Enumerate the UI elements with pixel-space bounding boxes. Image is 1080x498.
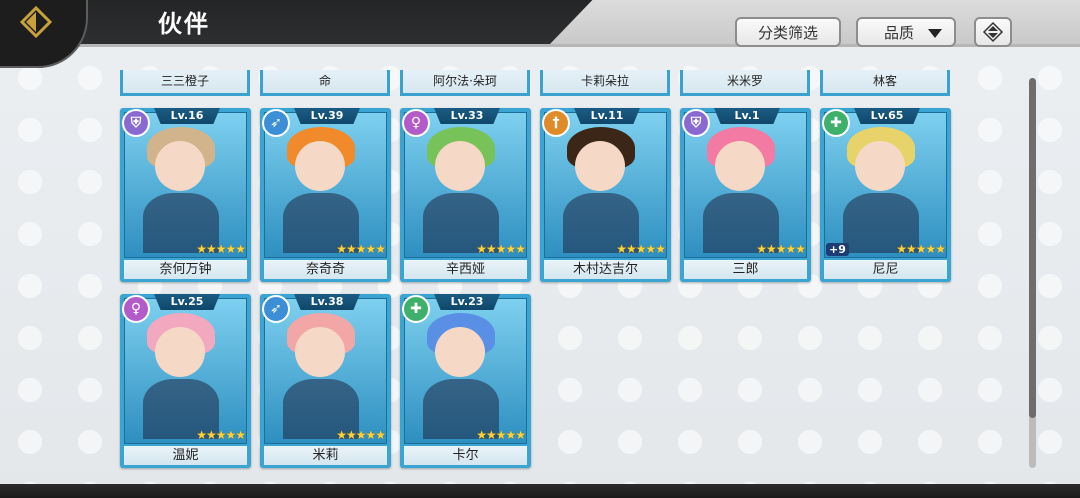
portrait-face — [155, 327, 205, 377]
partner-card[interactable]: Lv.38 ➶ ★★★★★ 米莉 — [260, 294, 391, 468]
partner-card[interactable]: Lv.65 ✚ +9 ★★★★★ 尼尼 — [820, 108, 951, 282]
category-filter-button[interactable]: 分类筛选 — [735, 17, 841, 47]
partner-name: 命 — [318, 74, 331, 88]
category-filter-label: 分类筛选 — [757, 23, 818, 42]
partner-name: 卡尔 — [404, 446, 527, 465]
partner-card-partial[interactable]: 阿尔法·朵珂 — [400, 70, 530, 96]
shield-class-icon: ⛨ — [122, 109, 150, 137]
star-rating: ★★★★★ — [336, 428, 386, 442]
star-rating: ★★★★★ — [616, 242, 666, 256]
partner-card-partial[interactable]: 米米罗 — [680, 70, 810, 96]
female-class-icon: ♀ — [402, 109, 430, 137]
level-badge: Lv.65 — [854, 108, 920, 124]
level-badge: Lv.11 — [574, 108, 640, 124]
partner-name: 米莉 — [264, 446, 387, 465]
sort-toggle-button[interactable] — [974, 17, 1012, 47]
level-badge: Lv.23 — [434, 294, 500, 310]
portrait-face — [435, 327, 485, 377]
partner-name: 辛西娅 — [404, 260, 527, 279]
scrollbar-thumb[interactable] — [1029, 78, 1036, 418]
quality-dropdown[interactable]: 品质 — [856, 17, 956, 47]
sword-class-icon: † — [542, 109, 570, 137]
partner-card-partial[interactable]: 卡莉朵拉 — [540, 70, 670, 96]
partner-name: 奈奇奇 — [264, 260, 387, 279]
partner-list[interactable]: 三三橙子命阿尔法·朵珂 卡莉朵拉 米米罗 林客 Lv.16 ⛨ ★★★★★ 奈何万钟 Lv.3… — [108, 70, 1028, 475]
partner-name: 阿尔法·朵珂 — [433, 74, 497, 88]
level-badge: Lv.39 — [294, 108, 360, 124]
portrait-face — [295, 327, 345, 377]
partner-name: 尼尼 — [824, 260, 947, 279]
star-rating: ★★★★★ — [336, 242, 386, 256]
portrait-face — [715, 141, 765, 191]
heal-class-icon: ✚ — [822, 109, 850, 137]
back-arrow-icon — [19, 5, 53, 39]
level-badge: Lv.33 — [434, 108, 500, 124]
partner-card-partial[interactable]: 命 — [260, 70, 390, 96]
star-rating: ★★★★★ — [896, 242, 946, 256]
partner-card[interactable]: Lv.23 ✚ ★★★★★ 卡尔 — [400, 294, 531, 468]
female-class-icon: ♀ — [122, 295, 150, 323]
star-rating: ★★★★★ — [476, 242, 526, 256]
bow-class-icon: ➶ — [262, 295, 290, 323]
portrait-face — [855, 141, 905, 191]
enhance-badge: +9 — [826, 243, 849, 256]
chevron-down-icon — [928, 29, 942, 38]
star-rating: ★★★★★ — [196, 242, 246, 256]
level-badge: Lv.25 — [154, 294, 220, 310]
partner-name: 卡莉朵拉 — [580, 74, 629, 88]
partner-card[interactable]: Lv.16 ⛨ ★★★★★ 奈何万钟 — [120, 108, 251, 282]
partner-name: 林客 — [872, 74, 897, 88]
partner-card[interactable]: Lv.39 ➶ ★★★★★ 奈奇奇 — [260, 108, 391, 282]
level-badge: Lv.1 — [714, 108, 780, 124]
heal-class-icon: ✚ — [402, 295, 430, 323]
shield-class-icon: ⛨ — [682, 109, 710, 137]
star-rating: ★★★★★ — [476, 428, 526, 442]
quality-label: 品质 — [883, 23, 914, 42]
portrait-face — [295, 141, 345, 191]
bow-class-icon: ➶ — [262, 109, 290, 137]
partner-name: 三三橙子 — [160, 74, 209, 88]
portrait-face — [155, 141, 205, 191]
partner-card[interactable]: Lv.11 † ★★★★★ 木村达吉尔 — [540, 108, 671, 282]
partner-name: 奈何万钟 — [124, 260, 247, 279]
level-badge: Lv.38 — [294, 294, 360, 310]
page-title: 伙伴 — [158, 10, 210, 38]
partner-card[interactable]: Lv.1 ⛨ ★★★★★ 三郎 — [680, 108, 811, 282]
star-rating: ★★★★★ — [196, 428, 246, 442]
partner-card-partial[interactable]: 林客 — [820, 70, 950, 96]
partner-name: 米米罗 — [726, 74, 763, 88]
partner-card[interactable]: Lv.25 ♀ ★★★★★ 温妮 — [120, 294, 251, 468]
sort-toggle-icon — [982, 21, 1004, 43]
bottom-edge — [0, 484, 1080, 498]
portrait-face — [575, 141, 625, 191]
partner-name: 温妮 — [124, 446, 247, 465]
star-rating: ★★★★★ — [756, 242, 806, 256]
partner-card-partial[interactable]: 三三橙子 — [120, 70, 250, 96]
scrollbar[interactable] — [1029, 78, 1036, 468]
partner-card[interactable]: Lv.33 ♀ ★★★★★ 辛西娅 — [400, 108, 531, 282]
partner-name: 三郎 — [684, 260, 807, 279]
level-badge: Lv.16 — [154, 108, 220, 124]
partner-name: 木村达吉尔 — [544, 260, 667, 279]
portrait-face — [435, 141, 485, 191]
